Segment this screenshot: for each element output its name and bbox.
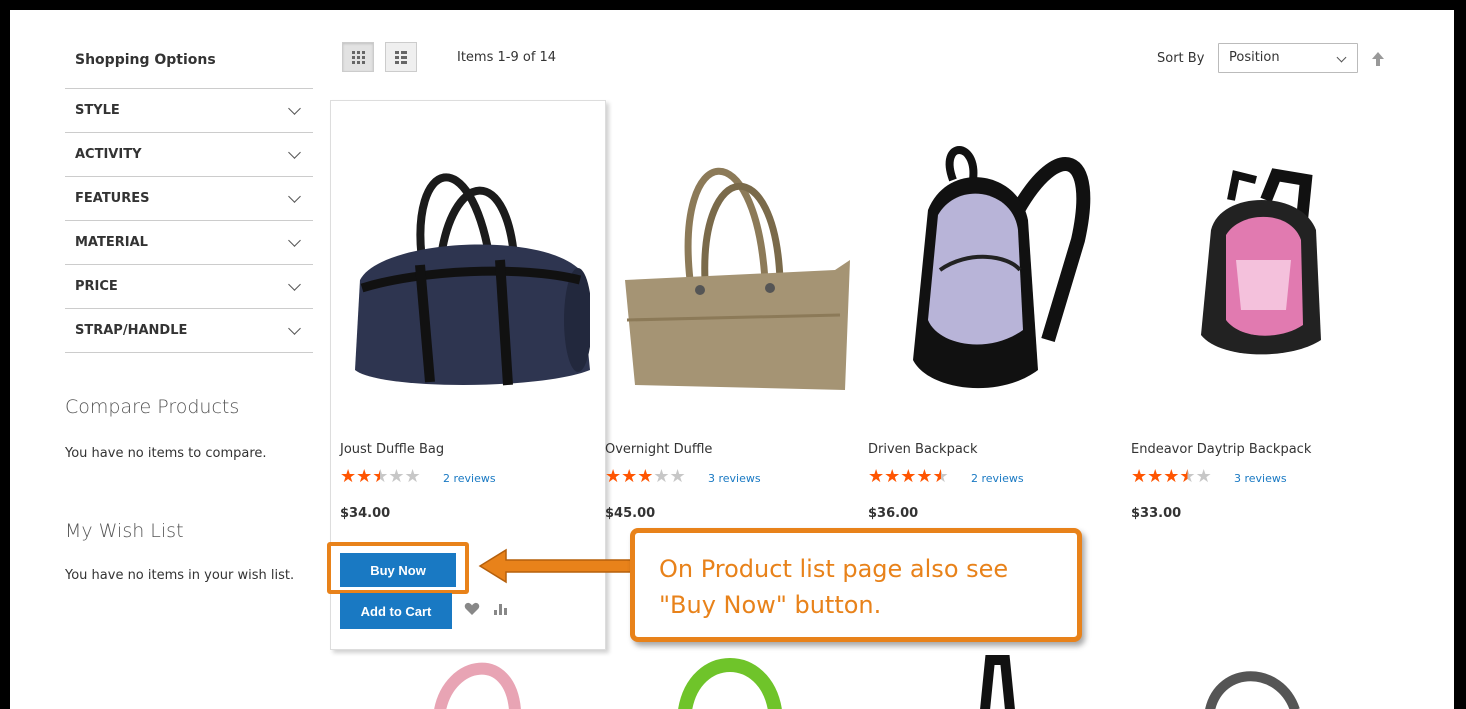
product-image[interactable] — [340, 120, 592, 410]
add-to-cart-button[interactable]: Add to Cart — [340, 593, 452, 629]
filter-strap-handle[interactable]: STRAP/HANDLE — [65, 309, 313, 353]
reviews-link[interactable]: 2 reviews — [971, 472, 1024, 485]
rating-stars: ★★★★★ — [340, 466, 421, 487]
product-image[interactable] — [868, 120, 1118, 410]
product-image-partial — [434, 662, 521, 709]
list-icon — [395, 50, 407, 64]
annotation-callout: On Product list page also see "Buy Now" … — [630, 528, 1082, 642]
callout-line-1: On Product list page also see — [659, 555, 1009, 583]
chevron-down-icon — [288, 277, 301, 291]
filter-label: PRICE — [75, 279, 118, 294]
filter-label: STYLE — [75, 103, 120, 118]
product-image-partial — [678, 658, 782, 709]
rating-stars: ★★★★★ — [868, 466, 949, 487]
product-price: $45.00 — [605, 506, 656, 521]
view-mode-grid-button[interactable] — [342, 42, 374, 72]
grid-icon — [351, 50, 365, 64]
rating-stars: ★★★★★ — [1131, 466, 1212, 487]
product-name-link[interactable]: Endeavor Daytrip Backpack — [1131, 442, 1311, 457]
chevron-down-icon — [288, 189, 301, 203]
filter-activity[interactable]: ACTIVITY — [65, 133, 313, 177]
product-price: $34.00 — [340, 506, 391, 521]
product-price: $36.00 — [868, 506, 919, 521]
filter-label: STRAP/HANDLE — [75, 323, 188, 338]
wish-list-title: My Wish List — [65, 520, 184, 542]
product-image-partial — [1205, 671, 1300, 709]
heart-icon[interactable] — [464, 602, 480, 616]
compare-icon[interactable] — [493, 602, 509, 616]
product-image[interactable] — [605, 120, 855, 410]
chevron-down-icon — [288, 101, 301, 115]
compare-empty-text: You have no items to compare. — [65, 446, 267, 461]
product-image[interactable] — [1131, 120, 1381, 410]
view-mode-list-button[interactable] — [385, 42, 417, 72]
toolbar-amount: Items 1-9 of 14 — [457, 50, 557, 65]
reviews-link[interactable]: 3 reviews — [708, 472, 761, 485]
compare-products-title: Compare Products — [65, 396, 240, 418]
filter-features[interactable]: FEATURES — [65, 177, 313, 221]
chevron-down-icon — [1336, 52, 1347, 63]
chevron-down-icon — [288, 233, 301, 247]
page-frame: Shopping Options STYLE ACTIVITY FEATURES… — [10, 10, 1454, 709]
product-name-link[interactable]: Joust Duffle Bag — [340, 442, 444, 457]
sort-by-select[interactable]: Position — [1218, 43, 1358, 73]
filter-label: FEATURES — [75, 191, 150, 206]
filter-style[interactable]: STYLE — [65, 89, 313, 133]
buy-now-button[interactable]: Buy Now — [340, 553, 456, 587]
callout-line-2: "Buy Now" button. — [659, 591, 882, 619]
filter-list: STYLE ACTIVITY FEATURES MATERIAL PRICE S… — [65, 88, 313, 353]
filter-price[interactable]: PRICE — [65, 265, 313, 309]
rating-stars: ★★★★★ — [605, 466, 686, 487]
product-name-link[interactable]: Overnight Duffle — [605, 442, 712, 457]
chevron-down-icon — [288, 145, 301, 159]
filter-material[interactable]: MATERIAL — [65, 221, 313, 265]
chevron-down-icon — [288, 321, 301, 335]
wish-list-empty-text: You have no items in your wish list. — [65, 568, 295, 583]
product-price: $33.00 — [1131, 506, 1182, 521]
filter-label: MATERIAL — [75, 235, 148, 250]
product-image-partial — [980, 655, 1015, 709]
reviews-link[interactable]: 2 reviews — [443, 472, 496, 485]
product-name-link[interactable]: Driven Backpack — [868, 442, 977, 457]
shopping-options-title: Shopping Options — [75, 52, 216, 68]
reviews-link[interactable]: 3 reviews — [1234, 472, 1287, 485]
annotation-arrow-icon — [478, 548, 635, 584]
sort-by-label: Sort By — [1157, 51, 1205, 66]
sort-selected-value: Position — [1229, 50, 1280, 65]
sort-direction-arrow-icon[interactable] — [1370, 50, 1386, 68]
filter-label: ACTIVITY — [75, 147, 142, 162]
